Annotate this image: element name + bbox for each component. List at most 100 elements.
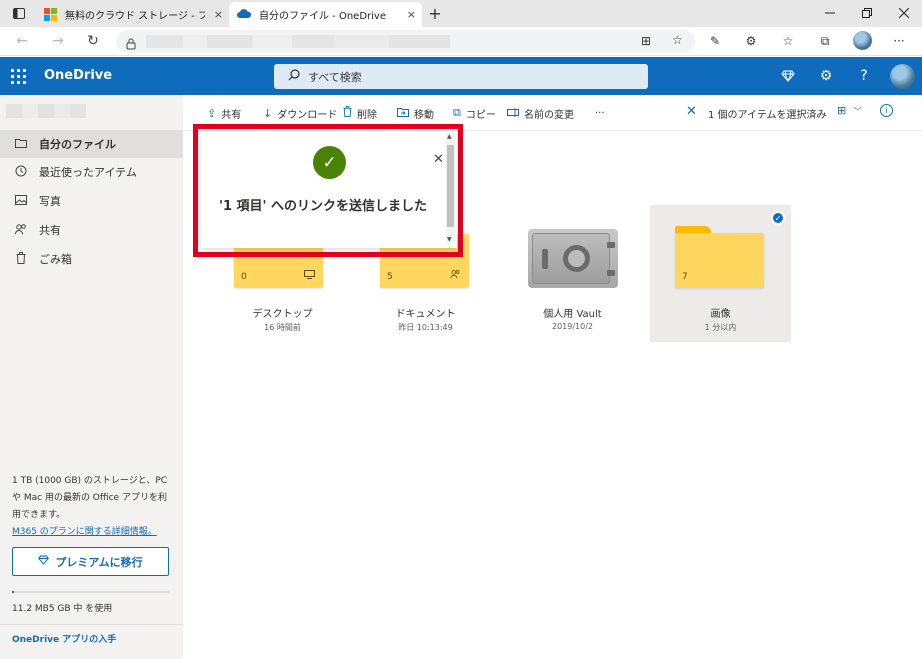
left-navigation: 自分のファイル 最近使ったアイテム 写真 共有 ごみ箱 1 TB (1000 G… [0,95,183,659]
pen-icon[interactable]: ✎ [705,32,725,50]
item-modified: 16 時間前 [264,323,301,332]
onedrive-cloud-icon [237,8,252,21]
browser-address-bar: ← → ↻ ⊞ ☆ ✎ ⚙ ☆ ⧉ ··· [0,27,922,56]
view-options-button[interactable]: ⊞ ﹀ [837,104,862,117]
help-icon[interactable]: ? [853,66,875,86]
move-button[interactable]: 移動 [397,105,434,121]
vault-safe-icon [528,229,618,288]
selected-check-icon[interactable]: ✓ [771,211,785,225]
browser-tab-inactive[interactable]: 無料のクラウド ストレージ - ファイル共 × [36,2,229,27]
lock-icon [126,35,136,54]
nav-item-label: 自分のファイル [39,138,116,151]
share-button[interactable]: ⇪ 共有 [207,105,241,121]
window-close-icon[interactable] [889,2,919,24]
extensions-icon[interactable]: ⚙ [741,32,761,50]
premium-button-label: プレミアムに移行 [55,555,143,569]
plan-info-link[interactable]: M365 のプランに関する詳細情報。 [12,524,157,537]
item-name[interactable]: ドキュメント [355,305,496,320]
back-icon[interactable]: ← [11,31,33,51]
go-premium-button[interactable]: プレミアムに移行 [12,547,169,576]
get-onedrive-apps-link[interactable]: OneDrive アプリの入手 [12,632,116,645]
nav-item-my-files[interactable]: 自分のファイル [0,130,183,158]
premium-diamond-icon[interactable] [777,66,799,86]
nav-item-recycle-bin[interactable]: ごみ箱 [0,245,183,273]
restore-icon[interactable] [852,2,882,24]
storage-usage-text: 11.2 MB5 GB 中 を使用 [12,604,113,614]
download-button[interactable]: ↓ ダウンロード [263,105,337,121]
desktop-icon [304,270,315,282]
copy-label: コピー [465,109,496,121]
close-icon[interactable]: × [407,8,416,21]
minimize-icon[interactable] [815,2,845,24]
close-icon[interactable]: × [214,8,223,21]
folder-tile-selected[interactable]: 7 ✓ 画像 1 分以内 [650,205,791,342]
refresh-icon[interactable]: ↻ [82,31,104,51]
rename-icon [507,107,519,120]
share-icon: ⇪ [207,106,217,120]
account-avatar[interactable] [890,64,915,89]
tab-actions-icon[interactable] [9,4,29,22]
nav-item-label: 共有 [39,224,61,237]
nav-item-shared[interactable]: 共有 [0,216,183,244]
item-name[interactable]: デスクトップ [212,305,353,320]
nav-item-recent[interactable]: 最近使ったアイテム [0,158,183,186]
forward-icon[interactable]: → [47,31,69,51]
tab-title: 自分のファイル - OneDrive [259,11,386,22]
image-icon [12,194,30,208]
storage-usage-bar [12,591,169,593]
divider [0,624,183,625]
trash-icon [343,106,352,120]
app-launcher-icon[interactable] [8,66,28,86]
nav-item-photos[interactable]: 写真 [0,187,183,215]
add-favorite-icon[interactable]: ☆ [672,33,683,47]
favorites-icon[interactable]: ☆ [778,32,798,50]
url-field[interactable]: ⊞ ☆ [116,30,695,53]
storage-usage-fill [12,591,14,593]
collections-icon[interactable]: ⧉ [815,32,835,50]
more-commands-button[interactable]: ··· [595,105,605,121]
onedrive-header: OneDrive すべて検索 ⚙ ? [0,57,922,95]
clear-selection-icon[interactable]: ✕ [686,104,697,119]
folder-item-count: 5 [387,272,393,282]
delete-button[interactable]: 削除 [343,105,377,121]
item-name[interactable]: 画像 [650,305,791,320]
search-input[interactable]: すべて検索 [274,64,648,89]
nav-item-label: ごみ箱 [39,253,72,266]
shared-people-icon [450,269,461,282]
item-name[interactable]: 個人用 Vault [502,305,643,320]
annotation-highlight-box [193,124,463,257]
nav-item-label: 最近使ったアイテム [39,166,137,179]
grid-view-icon: ⊞ [837,104,847,117]
chevron-down-icon: ﹀ [853,107,862,116]
folder-item-count: 0 [241,272,247,282]
move-label: 移動 [414,109,434,121]
reader-view-icon[interactable]: ⊞ [641,34,651,48]
storage-info-text: 1 TB (1000 GB) のストレージと、PC や Mac 用の最新の Of… [12,476,168,520]
rename-button[interactable]: 名前の変更 [507,105,574,121]
tab-title: 無料のクラウド ストレージ - ファイル共 [65,11,205,22]
item-modified: 1 分以内 [704,323,737,332]
details-info-icon[interactable]: i [880,104,893,117]
selection-count: 1 個のアイテムを選択済み [708,110,827,121]
copy-button[interactable]: ⧉ コピー [453,105,496,121]
profile-avatar[interactable] [853,31,872,50]
nav-item-label: 写真 [39,195,61,208]
download-label: ダウンロード [277,109,338,121]
delete-label: 削除 [357,109,377,121]
folder-item-count: 7 [682,272,688,282]
clock-icon [12,165,30,180]
browser-tab-active[interactable]: 自分のファイル - OneDrive × [229,2,422,27]
copy-icon: ⧉ [453,106,461,119]
more-icon[interactable]: ··· [889,32,909,50]
item-modified: 昨日 10:13:49 [398,323,453,332]
new-tab-button[interactable]: + [425,4,445,23]
microsoft-logo-icon [44,8,57,21]
onedrive-brand[interactable]: OneDrive [44,68,112,83]
download-icon: ↓ [263,106,273,120]
search-icon [288,69,300,84]
settings-gear-icon[interactable]: ⚙ [815,66,837,86]
browser-tab-bar: 無料のクラウド ストレージ - ファイル共 × 自分のファイル - OneDri… [0,0,922,27]
item-modified: 2019/10/2 [551,322,594,331]
rename-label: 名前の変更 [524,109,574,121]
search-placeholder: すべて検索 [308,70,362,84]
